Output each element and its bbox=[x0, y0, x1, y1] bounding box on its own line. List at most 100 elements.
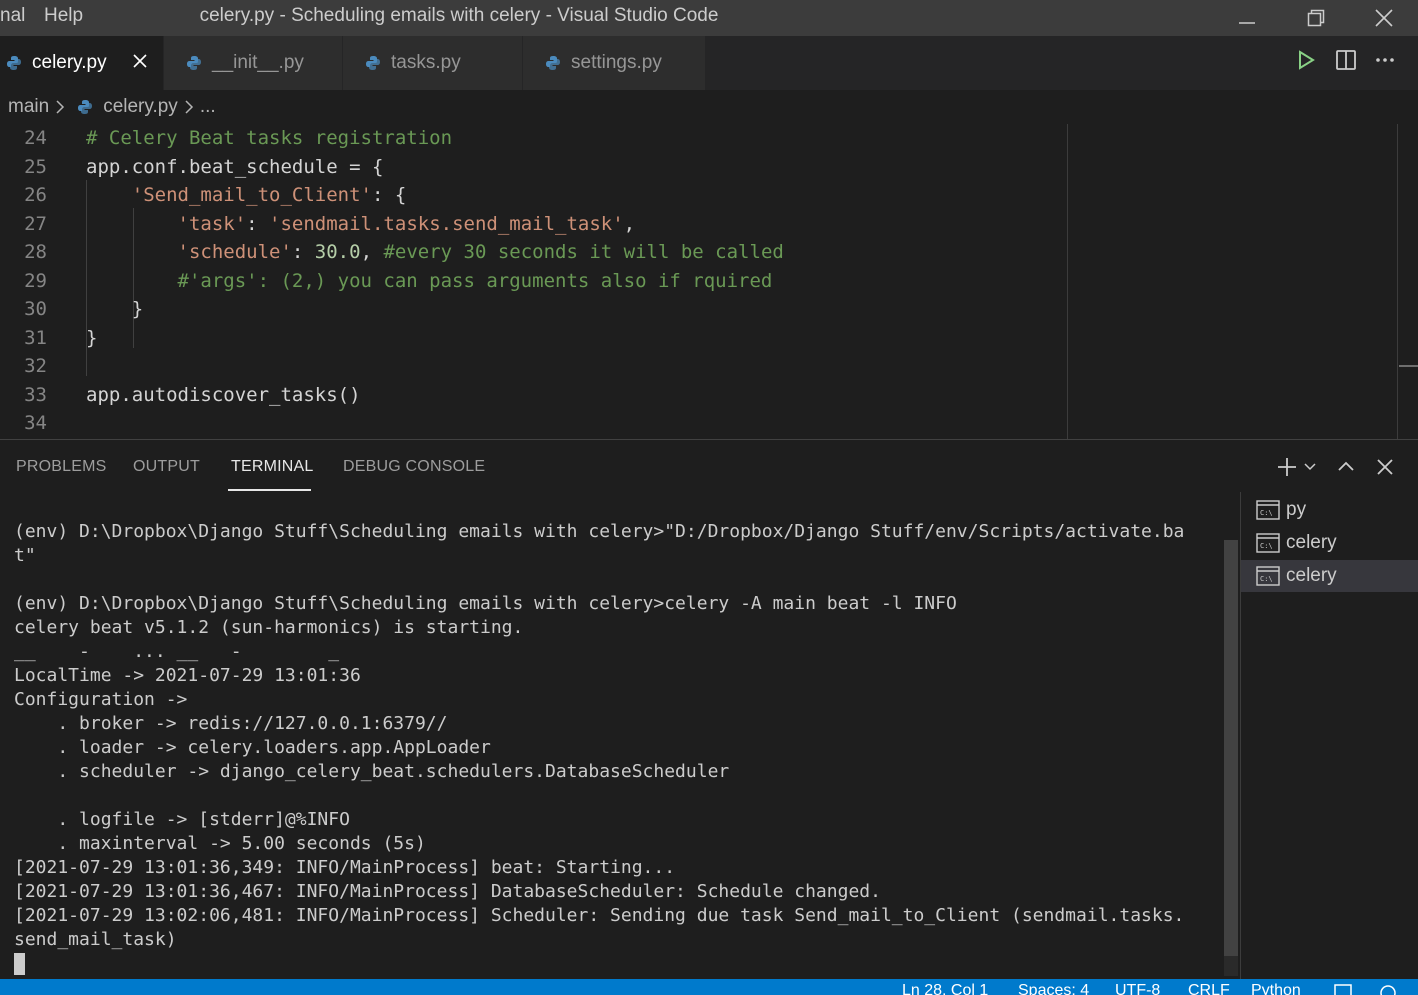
close-panel-icon[interactable] bbox=[1374, 454, 1396, 480]
code-token: : bbox=[291, 241, 315, 263]
svg-text:C:\: C:\ bbox=[1260, 542, 1273, 550]
code-line[interactable]: 32 bbox=[0, 352, 1068, 380]
code-token: : bbox=[246, 212, 270, 235]
terminal-scrollbar-thumb[interactable] bbox=[1224, 540, 1238, 956]
svg-text:C:\: C:\ bbox=[1260, 575, 1273, 583]
code-text: app.autodiscover_tasks() bbox=[86, 381, 361, 409]
code-token: , bbox=[623, 212, 636, 235]
status-cursor-position[interactable]: Ln 28, Col 1 bbox=[902, 982, 988, 995]
terminal-instance-list: C:\ py C:\ celery C:\ celery bbox=[1240, 492, 1418, 980]
terminal-instance-label: celery bbox=[1286, 565, 1337, 586]
code-line[interactable]: 31} bbox=[0, 324, 1068, 352]
code-token: 'schedule' bbox=[177, 241, 292, 263]
status-bar: Ln 28, Col 1 Spaces: 4 UTF-8 CRLF Python bbox=[0, 979, 1418, 995]
code-text: #'args': (2,) you can pass arguments als… bbox=[86, 267, 773, 295]
terminal-instance-celery-2[interactable]: C:\ celery bbox=[1241, 560, 1418, 592]
line-number: 26 bbox=[24, 184, 47, 206]
window-close-button[interactable] bbox=[1350, 0, 1418, 36]
tab-tasks-py[interactable]: tasks.py bbox=[343, 36, 522, 90]
panel-tab-output[interactable]: OUTPUT bbox=[133, 458, 200, 476]
feedback-icon[interactable] bbox=[1333, 983, 1353, 995]
code-line[interactable]: 29 #'args': (2,) you can pass arguments … bbox=[0, 267, 1068, 295]
tab-label: __init__.py bbox=[212, 52, 304, 73]
code-line[interactable]: 27 'task': 'sendmail.tasks.send_mail_tas… bbox=[0, 210, 1068, 238]
status-encoding[interactable]: UTF-8 bbox=[1115, 982, 1160, 995]
line-number: 30 bbox=[24, 298, 47, 320]
bottom-panel: PROBLEMS OUTPUT TERMINAL DEBUG CONSOLE (… bbox=[0, 439, 1418, 980]
terminal-instance-label: py bbox=[1286, 499, 1307, 520]
run-icon[interactable] bbox=[1296, 48, 1316, 72]
more-actions-icon[interactable] bbox=[1374, 48, 1396, 72]
python-file-icon bbox=[7, 56, 21, 70]
code-token: : { bbox=[371, 184, 407, 206]
line-number: 27 bbox=[24, 212, 47, 235]
tab-label: celery.py bbox=[32, 52, 107, 73]
code-text: app.conf.beat_schedule = { bbox=[86, 153, 383, 181]
notifications-bell-icon[interactable] bbox=[1378, 983, 1398, 995]
terminal-output[interactable]: (env) D:\Dropbox\Django Stuff\Scheduling… bbox=[14, 520, 1214, 952]
python-file-icon bbox=[187, 56, 201, 70]
editor-scrollbar[interactable] bbox=[1397, 124, 1398, 439]
python-file-icon bbox=[366, 56, 380, 70]
code-token: app.autodiscover_tasks() bbox=[86, 383, 361, 406]
tab-close-icon[interactable] bbox=[131, 52, 149, 70]
terminal-line: . logfile -> [stderr]@%INFO bbox=[14, 809, 350, 830]
code-line[interactable]: 34 bbox=[0, 409, 1068, 437]
panel-tab-terminal[interactable]: TERMINAL bbox=[231, 458, 314, 476]
terminal-cmd-icon: C:\ bbox=[1256, 500, 1280, 520]
code-token: 'sendmail.tasks.send_mail_task' bbox=[269, 212, 624, 235]
split-editor-icon[interactable] bbox=[1335, 48, 1357, 72]
terminal-line: Configuration -> bbox=[14, 689, 188, 710]
terminal-cursor bbox=[14, 953, 25, 975]
code-line[interactable]: 25 app.conf.beat_schedule = { bbox=[0, 153, 1068, 181]
code-token: 'task' bbox=[177, 212, 247, 235]
line-number: 28 bbox=[24, 241, 47, 263]
code-line[interactable]: 26 'Send_mail_to_Client': { bbox=[0, 181, 1068, 209]
terminal-line: (env) D:\Dropbox\Django Stuff\Scheduling… bbox=[14, 593, 957, 614]
terminal-instance-py[interactable]: C:\ py bbox=[1241, 494, 1418, 526]
code-text: 'task': 'sendmail.tasks.send_mail_task', bbox=[86, 210, 636, 238]
terminal-line: . scheduler -> django_celery_beat.schedu… bbox=[14, 761, 730, 782]
terminal-line: [2021-07-29 13:01:36,467: INFO/MainProce… bbox=[14, 881, 881, 902]
tab-celery-py[interactable]: celery.py bbox=[0, 36, 163, 90]
editor-tab-bar: celery.py __init__.py tasks.py settings.… bbox=[0, 36, 1418, 90]
line-number: 34 bbox=[24, 412, 47, 434]
code-line[interactable]: 30 } bbox=[0, 295, 1068, 323]
code-token: } bbox=[86, 326, 98, 349]
terminal-line: __ - ... __ - _ bbox=[14, 641, 340, 662]
code-line[interactable]: 33 app.autodiscover_tasks() bbox=[0, 381, 1068, 409]
terminal-line: [2021-07-29 13:01:36,349: INFO/MainProce… bbox=[14, 857, 676, 878]
tab-init-py[interactable]: __init__.py bbox=[164, 36, 342, 90]
title-bar: nal Help celery.py - Scheduling emails w… bbox=[0, 0, 1418, 36]
maximize-panel-icon[interactable] bbox=[1335, 454, 1357, 480]
tab-settings-py[interactable]: settings.py bbox=[523, 36, 705, 90]
terminal-instance-celery-1[interactable]: C:\ celery bbox=[1241, 527, 1418, 559]
chevron-right-icon bbox=[185, 100, 193, 114]
code-token: 30.0 bbox=[314, 241, 361, 263]
breadcrumb-file[interactable]: celery.py bbox=[103, 96, 178, 118]
status-indentation[interactable]: Spaces: 4 bbox=[1018, 982, 1089, 995]
code-token: } bbox=[86, 298, 144, 320]
code-token: , bbox=[360, 241, 384, 263]
new-terminal-icon[interactable] bbox=[1276, 454, 1298, 480]
panel-tab-problems[interactable]: PROBLEMS bbox=[16, 458, 107, 476]
code-editor[interactable]: 24 # Celery Beat tasks registration 25 app.… bbox=[0, 124, 1418, 439]
terminal-line: (env) D:\Dropbox\Django Stuff\Scheduling… bbox=[14, 521, 1185, 542]
chevron-down-icon[interactable] bbox=[1302, 454, 1318, 480]
code-text: 'schedule': 30.0, #every 30 seconds it w… bbox=[86, 238, 784, 266]
minimize-icon bbox=[1239, 22, 1255, 24]
code-line[interactable]: 28 'schedule': 30.0, #every 30 seconds i… bbox=[0, 238, 1068, 266]
scrollbar-position-marker bbox=[1399, 365, 1418, 367]
code-token: # Celery Beat tasks registration bbox=[86, 127, 453, 149]
restore-button[interactable] bbox=[1282, 0, 1350, 36]
status-language[interactable]: Python bbox=[1251, 982, 1301, 995]
panel-tab-debug-console[interactable]: DEBUG CONSOLE bbox=[343, 458, 485, 476]
breadcrumb-folder[interactable]: main bbox=[8, 96, 49, 118]
minimize-button[interactable] bbox=[1213, 0, 1281, 36]
chevron-right-icon bbox=[56, 100, 65, 114]
breadcrumb-more[interactable]: ... bbox=[200, 96, 216, 118]
code-line[interactable]: 24 # Celery Beat tasks registration bbox=[0, 124, 1068, 152]
status-eol[interactable]: CRLF bbox=[1188, 982, 1230, 995]
